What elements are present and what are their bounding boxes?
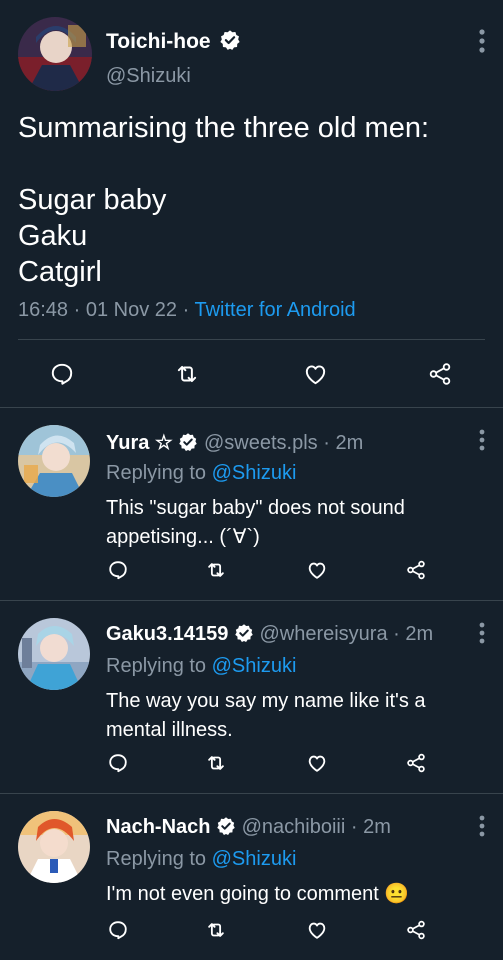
replying-to: Replying to @Shizuki	[106, 655, 296, 678]
avatar[interactable]	[18, 811, 90, 883]
tweet-actions	[0, 556, 503, 586]
avatar-image	[18, 811, 90, 883]
speech-bubble-icon	[109, 921, 127, 940]
meta-separator: ·	[350, 816, 358, 838]
heart-icon	[305, 365, 325, 385]
share-icon	[407, 920, 425, 940]
tweet-text: Summarising the three old men: Sugar bab…	[18, 110, 429, 290]
more-vertical-icon[interactable]	[474, 621, 490, 645]
mention-link[interactable]: @Shizuki	[212, 848, 297, 870]
main-tweet: Toichi-hoe @Shizuki Summarising the thre…	[0, 0, 503, 408]
display-name[interactable]: Yura ☆	[106, 432, 173, 454]
heart-icon	[308, 562, 326, 579]
display-name[interactable]: Toichi-hoe	[106, 30, 211, 53]
tweet-date: 01 Nov 22	[85, 299, 178, 321]
tweet-meta: 16:48 · 01 Nov 22 · Twitter for Android	[18, 299, 356, 322]
reply-tweet[interactable]: Nach-Nach @nachiboiii · 2m Replying to @…	[0, 794, 503, 960]
tweet-client-link[interactable]: Twitter for Android	[194, 299, 355, 321]
reply-tweet[interactable]: Gaku3.14159 @whereisyura · 2m Replying t…	[0, 601, 503, 793]
author-handle[interactable]: @Shizuki	[106, 65, 191, 88]
mention-link[interactable]: @Shizuki	[212, 462, 297, 484]
like-button[interactable]	[303, 749, 331, 777]
retweet-icon	[208, 563, 224, 577]
tweet-actions	[0, 352, 503, 394]
more-vertical-icon[interactable]	[474, 814, 490, 838]
divider	[18, 339, 485, 340]
avatar-image	[18, 425, 90, 497]
speech-bubble-icon	[109, 754, 127, 773]
verified-badge-icon	[235, 623, 253, 642]
author-handle[interactable]: @whereisyura	[259, 623, 387, 645]
share-icon	[407, 560, 425, 580]
share-button[interactable]	[402, 556, 430, 584]
meta-separator: ·	[393, 623, 400, 645]
share-button[interactable]	[402, 916, 430, 944]
verified-badge-icon	[217, 816, 235, 835]
meta-separator: ·	[182, 299, 190, 321]
author-name-line: Nach-Nach @nachiboiii · 2m	[106, 816, 391, 839]
reply-tweet[interactable]: Yura ☆ @sweets.pls · 2m Replying to @Shi…	[0, 408, 503, 600]
retweet-button[interactable]	[202, 556, 230, 584]
retweet-icon	[208, 923, 224, 937]
share-icon	[429, 363, 451, 385]
avatar[interactable]	[18, 425, 90, 497]
like-button[interactable]	[303, 556, 331, 584]
like-button[interactable]	[297, 356, 333, 392]
heart-icon	[308, 922, 326, 939]
speech-bubble-icon	[51, 363, 73, 385]
verified-badge-icon	[220, 30, 241, 51]
avatar-image	[18, 618, 90, 690]
like-button[interactable]	[303, 916, 331, 944]
share-button[interactable]	[422, 356, 458, 392]
avatar-image	[18, 17, 92, 91]
replying-to-label: Replying to	[106, 655, 207, 677]
replying-to: Replying to @Shizuki	[106, 848, 296, 871]
tweet-text-line: Gaku	[18, 220, 88, 252]
tweet-text-line: Sugar baby	[18, 184, 167, 216]
author-handle[interactable]: @sweets.pls	[204, 432, 318, 454]
retweet-button[interactable]	[202, 916, 230, 944]
author-name-line: Toichi-hoe	[106, 30, 241, 54]
tweet-age: 2m	[335, 432, 364, 454]
retweet-button[interactable]	[169, 356, 205, 392]
author-handle[interactable]: @nachiboiii	[242, 816, 346, 838]
display-name[interactable]: Gaku3.14159	[106, 623, 228, 645]
tweet-text-line: Catgirl	[18, 256, 102, 288]
more-vertical-icon[interactable]	[474, 28, 490, 54]
reply-button[interactable]	[104, 556, 132, 584]
tweet-actions	[0, 749, 503, 779]
tweet-text-line: Summarising the three old men:	[18, 112, 430, 144]
meta-separator: ·	[73, 299, 81, 321]
display-name[interactable]: Nach-Nach	[106, 816, 210, 838]
avatar[interactable]	[18, 17, 92, 91]
replying-to-label: Replying to	[106, 462, 207, 484]
tweet-text-line	[18, 146, 429, 182]
retweet-button[interactable]	[202, 749, 230, 777]
meta-separator: ·	[323, 432, 330, 454]
reply-button[interactable]	[104, 916, 132, 944]
tweet-time: 16:48	[18, 299, 69, 321]
reply-button[interactable]	[104, 749, 132, 777]
replying-to-label: Replying to	[106, 848, 207, 870]
tweet-actions	[0, 916, 503, 946]
author-name-line: Yura ☆ @sweets.pls · 2m	[106, 430, 363, 455]
author-name-line: Gaku3.14159 @whereisyura · 2m	[106, 623, 433, 646]
verified-badge-icon	[179, 432, 198, 451]
tweet-text: The way you say my name like it's a ment…	[106, 690, 426, 741]
retweet-icon	[177, 365, 197, 383]
mention-link[interactable]: @Shizuki	[212, 655, 297, 677]
more-vertical-icon[interactable]	[474, 428, 490, 452]
replying-to: Replying to @Shizuki	[106, 462, 296, 485]
heart-icon	[308, 755, 326, 772]
share-icon	[407, 753, 425, 773]
speech-bubble-icon	[109, 561, 127, 580]
share-button[interactable]	[402, 749, 430, 777]
tweet-text: This "sugar baby" does not sound appetis…	[106, 497, 405, 548]
reply-button[interactable]	[44, 356, 80, 392]
tweet-age: 2m	[405, 623, 434, 645]
retweet-icon	[208, 756, 224, 770]
avatar[interactable]	[18, 618, 90, 690]
tweet-age: 2m	[363, 816, 391, 838]
tweet-text: I'm not even going to comment 😐	[106, 883, 410, 905]
